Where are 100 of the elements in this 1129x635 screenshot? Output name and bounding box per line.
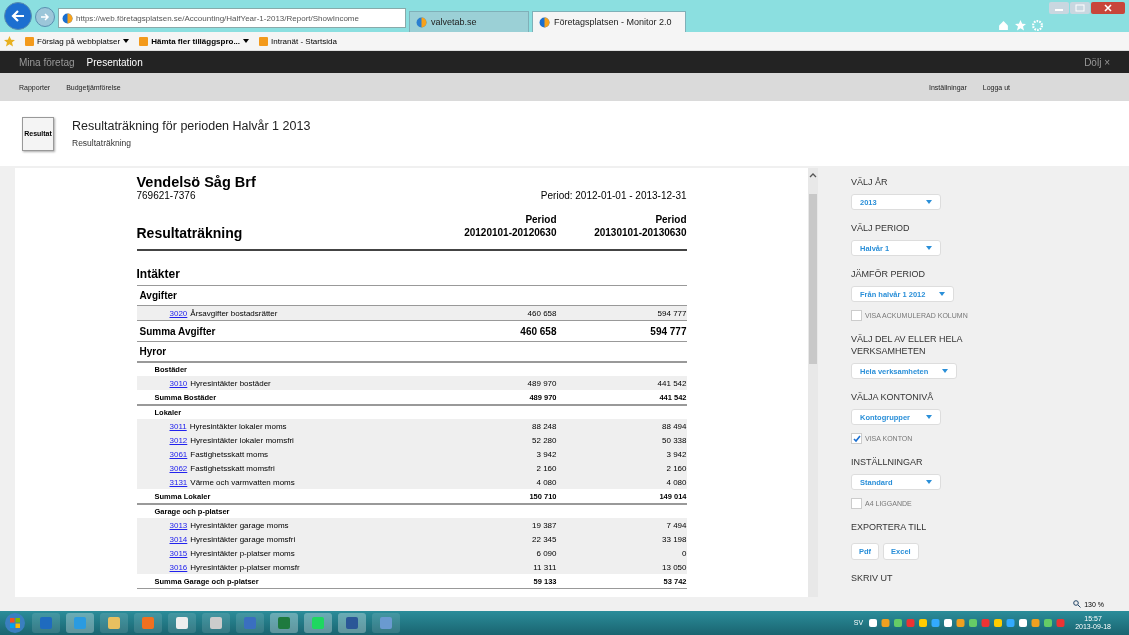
amount-cell-text: 11 311 [532,562,557,572]
zoom-icon [1073,600,1082,608]
amount-cell-text: 594 777 [649,325,687,337]
account-link[interactable]: 3015 [169,548,188,558]
amount-cell-text: 4 080 [665,477,687,487]
section-label: VÄLJ PERIOD [851,222,911,234]
section-label: VÄLJ DEL AV ELLER HELA VERKSAMHETEN [851,333,964,357]
favorite-link[interactable]: Intranät - Startsida [259,36,337,46]
address-field[interactable]: https://web.företagsplatsen.se/Accounting/HalfYear-1-2013/Report/ShowIncome [58,8,406,28]
checkbox[interactable] [851,433,862,444]
account-label: 3062 Fastighetsskatt momsfri [169,463,276,473]
forward-button[interactable] [35,7,55,27]
amount-cell-text: 6 090 [535,548,557,558]
hide-link[interactable]: Dölj × [1084,56,1110,68]
browser-tab[interactable]: valvetab.se [409,11,529,32]
amount-cell-text: 2 160 [665,463,687,473]
section-label: EXPORTERA TILL [851,521,928,533]
amount-cell-text: 88 248 [531,421,557,431]
section-heading: Intäkter [136,267,180,281]
account-label: 3012 Hyresintäkter lokaler momsfri [169,435,295,445]
account-link[interactable]: 3020 [169,308,188,318]
amount-cell-text: 460 658 [526,308,557,318]
column-header: Period 20120101-20120630 [463,213,557,239]
taskbar-button[interactable] [338,613,366,633]
settings-icon[interactable] [1032,20,1043,31]
account-label: 3011 Hyresintäkter lokaler moms [169,421,288,431]
arrow-right-icon [40,13,50,21]
favorite-link[interactable]: Hämta fler tilläggspro... [139,36,250,46]
start-button[interactable] [4,612,26,634]
taskbar-button[interactable] [270,613,298,633]
amount-cell-text: 0 [681,548,687,558]
chevron-up-icon [809,172,817,178]
amount-cell-text: 19 387 [531,520,557,530]
url-text: https://web.företagsplatsen.se/Accounting/HalfYear-1-2013/Report/ShowIncome [76,13,359,23]
account-link[interactable]: 3014 [169,534,188,544]
star-icon[interactable] [4,35,15,47]
amount-cell-text: 4 080 [535,477,557,487]
arrow-left-icon [11,10,25,22]
amount-cell-text: 88 494 [661,421,687,431]
caret-icon [926,415,932,419]
restore-icon[interactable] [1070,2,1090,14]
checkmark-icon [852,434,861,443]
minimize-icon[interactable] [1049,2,1069,14]
taskbar-button[interactable] [168,613,196,633]
amount-cell-text: 594 777 [656,308,687,318]
account-link[interactable]: 3012 [169,435,188,445]
nav-link[interactable]: Mina företag [19,56,75,68]
section-label: VÄLJ ÅR [851,176,889,188]
checkbox[interactable] [851,310,862,321]
account-link[interactable]: 3016 [169,562,188,572]
taskbar-button[interactable] [202,613,230,633]
company-name: Vendelsö Såg Brf [136,174,257,190]
account-link[interactable]: 3062 [169,463,188,473]
amount-cell-text: 7 494 [665,520,687,530]
close-icon[interactable] [1091,2,1125,14]
favorite-link[interactable]: Förslag på webbplatser [25,36,130,46]
amount-cell-text: 50 338 [661,435,687,445]
globe-icon [416,16,427,28]
section-label: VÄLJA KONTONIVÅ [851,391,935,403]
caret-icon [926,246,932,250]
report-title: Resultaträkning [136,224,244,241]
section-label: SKRIV UT [851,572,894,584]
group-heading: Avgifter [139,290,177,301]
amount-cell-text: 13 050 [661,562,687,572]
checkbox[interactable] [851,498,862,509]
account-label: 3010 Hyresintäkter bostäder [169,378,272,388]
account-label: 3131 Värme och varmvatten moms [169,477,296,487]
amount-cell-text: 489 970 [526,378,557,388]
section-label: JÄMFÖR PERIOD [851,268,926,280]
amount-cell-text: 460 658 [519,325,557,337]
account-link[interactable]: 3061 [169,449,188,459]
amount-cell-text: 3 942 [535,449,557,459]
taskbar-button[interactable] [304,613,332,633]
globe-icon [539,16,550,28]
page-title: Resultaträkning för perioden Halvår 1 2013 [72,119,311,133]
amount-cell-text: 33 198 [661,534,687,544]
account-label: 3015 Hyresintäkter p-platser moms [169,548,296,558]
amount-cell-text: 3 942 [665,449,687,459]
org-number: 769621-7376 [136,190,196,201]
scrollbar[interactable] [808,168,818,597]
taskbar-button[interactable] [100,613,128,633]
account-link[interactable]: 3013 [169,520,188,530]
account-link[interactable]: 3010 [169,378,188,388]
amount-cell-text: 22 345 [531,534,557,544]
caret-icon [926,200,932,204]
account-label: 3016 Hyresintäkter p-platser momsfr [169,562,301,572]
account-link[interactable]: 3011 [169,421,187,431]
amount-cell-text: 441 542 [656,378,687,388]
account-link[interactable]: 3131 [169,477,188,487]
caret-icon [926,480,932,484]
sum-label: Summa Avgifter [139,325,217,337]
nav-link[interactable]: Presentation [86,56,143,68]
star-icon[interactable] [1015,20,1026,31]
account-label: 3013 Hyresintäkter garage moms [169,520,290,530]
period-text: Period: 2012-01-01 - 2013-12-31 [540,190,687,201]
back-button[interactable] [4,2,32,30]
globe-icon [62,12,73,24]
amount-cell-text: 2 160 [535,463,557,473]
account-label: 3020 Årsavgifter bostadsrätter [169,308,279,318]
browser-tab[interactable]: Företagsplatsen - Monitor 2.0 [532,11,686,32]
